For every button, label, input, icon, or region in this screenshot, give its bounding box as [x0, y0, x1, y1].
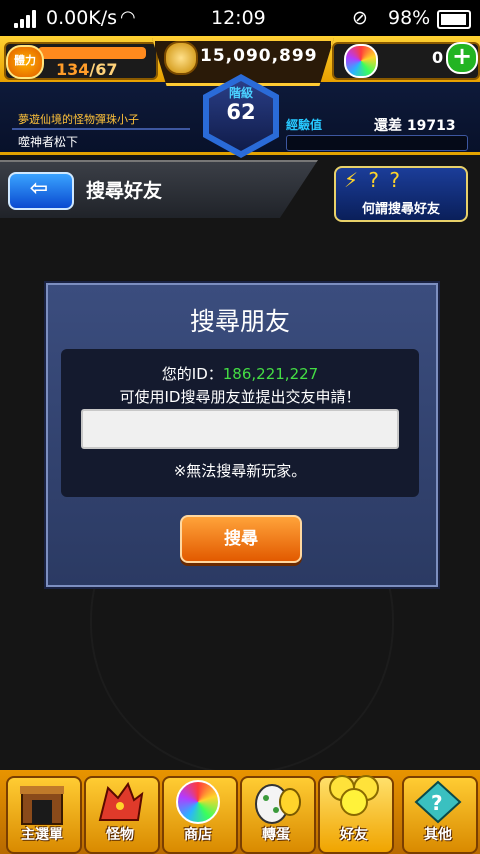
wifi-icon: ◠	[120, 7, 136, 28]
exp-remaining: 還差 19713	[374, 118, 456, 134]
tab-shop-label: 商店	[184, 827, 212, 843]
stamina-bar	[38, 47, 146, 59]
new-player-note: ※無法搜尋新玩家。	[173, 462, 307, 480]
tab-other-label: 其他	[424, 827, 452, 843]
your-id-line: 您的ID：186,221,227	[61, 363, 419, 384]
help-icons: ⚡ ? ?	[344, 168, 402, 192]
exp-label: 經驗值	[286, 118, 323, 132]
battery-icon	[437, 10, 471, 29]
gold-amount: 15,090,899	[200, 46, 318, 66]
player-title: 夢遊仙境的怪物彈珠小子	[18, 113, 139, 126]
gold-coin-icon	[164, 41, 198, 75]
rainbow-orb-icon	[172, 780, 224, 824]
your-id-prefix: 您的ID：	[161, 365, 223, 383]
dialog-title: 搜尋朋友	[189, 307, 290, 336]
rank-label: 階級	[228, 86, 253, 100]
tab-monsters-label: 怪物	[106, 827, 134, 843]
player-name: 噬神者松下	[18, 135, 79, 149]
castle-gate-icon	[16, 782, 68, 826]
rainbow-orb-icon	[344, 44, 378, 78]
clock: 12:09	[211, 7, 266, 29]
battery-percent: 98%	[388, 7, 431, 29]
network-speed: 0.00K/s	[46, 7, 118, 29]
egg-icon	[250, 780, 302, 824]
status-bar: 0.00K/s ◠ 12:09 ⊘ 98%	[0, 0, 480, 36]
back-arrow-icon: ⇦	[29, 176, 49, 201]
friends-balloon-icon	[328, 774, 380, 818]
orb-count: 0	[432, 48, 444, 67]
tab-main-menu-label: 主選單	[21, 827, 63, 843]
player-hud: 體力 134/67 15,090,899 0 + 階級 62 夢遊仙境的怪物彈珠…	[0, 36, 480, 158]
tab-friends-label: 好友	[340, 827, 368, 843]
stamina-value: 134/67	[56, 60, 118, 79]
help-button-label: 何謂搜尋好友	[361, 202, 440, 217]
mute-icon: ⊘	[352, 7, 368, 29]
divider	[12, 128, 190, 130]
exp-bar	[286, 135, 468, 151]
signal-icon	[14, 10, 40, 28]
stamina-icon: 體力	[6, 45, 44, 79]
rank-value: 62	[226, 100, 256, 124]
misc-icon: ?	[412, 780, 464, 824]
friend-id-input[interactable]	[81, 409, 399, 449]
buy-orbs-button[interactable]: +	[446, 42, 478, 74]
tab-gacha-label: 轉蛋	[262, 827, 290, 843]
dragon-icon	[94, 780, 146, 824]
page-title: 搜尋好友	[86, 180, 163, 202]
your-id-value: 186,221,227	[222, 365, 319, 383]
svg-text:?: ?	[431, 791, 443, 815]
search-button[interactable]: 搜尋	[180, 515, 302, 563]
search-description: 可使用ID搜尋朋友並提出交友申請！	[119, 388, 361, 406]
